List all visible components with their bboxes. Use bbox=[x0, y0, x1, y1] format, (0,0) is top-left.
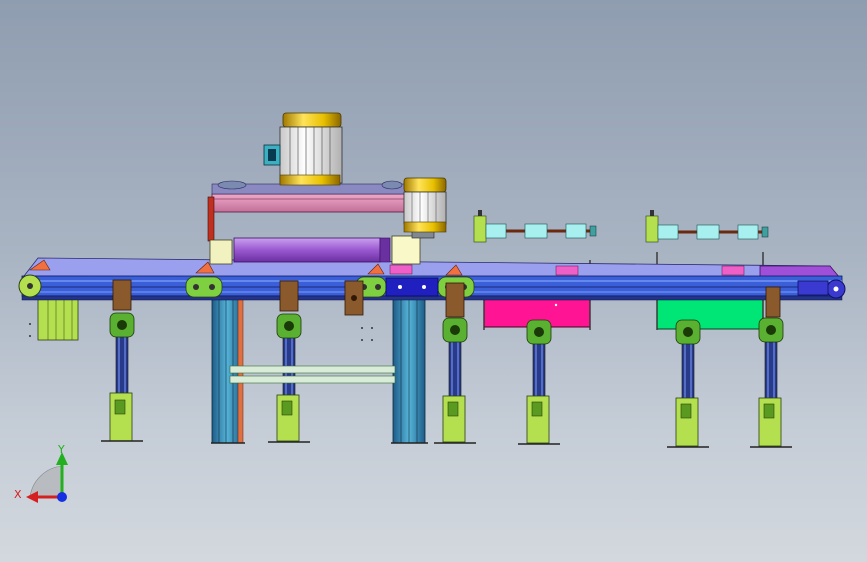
spray-roller-assembly-1[interactable] bbox=[473, 210, 597, 243]
support-leg-6[interactable] bbox=[750, 341, 792, 448]
triad-plane-icon bbox=[29, 465, 63, 498]
support-leg-2[interactable] bbox=[268, 334, 310, 443]
brush-gantry[interactable] bbox=[207, 180, 435, 265]
brush-roller-motor[interactable] bbox=[403, 177, 447, 233]
spray-roller-assembly-2[interactable] bbox=[645, 210, 769, 243]
z-axis-dot bbox=[57, 492, 67, 502]
main-conveyor-belt[interactable] bbox=[18, 257, 846, 301]
support-leg-5[interactable] bbox=[667, 341, 709, 448]
left-control-box[interactable] bbox=[29, 295, 79, 341]
support-leg-4[interactable] bbox=[518, 341, 560, 445]
support-legs[interactable] bbox=[101, 334, 792, 448]
x-axis-label: X bbox=[14, 488, 22, 501]
y-axis-label: Y bbox=[58, 443, 65, 456]
main-drive-motor[interactable] bbox=[263, 112, 343, 186]
coordinate-triad bbox=[26, 452, 68, 503]
support-leg-1[interactable] bbox=[101, 334, 143, 442]
central-frame[interactable] bbox=[211, 294, 428, 444]
conveyor-assembly-drawing[interactable] bbox=[0, 0, 867, 562]
cad-viewport[interactable]: Y X bbox=[0, 0, 867, 562]
support-leg-3[interactable] bbox=[434, 339, 476, 444]
